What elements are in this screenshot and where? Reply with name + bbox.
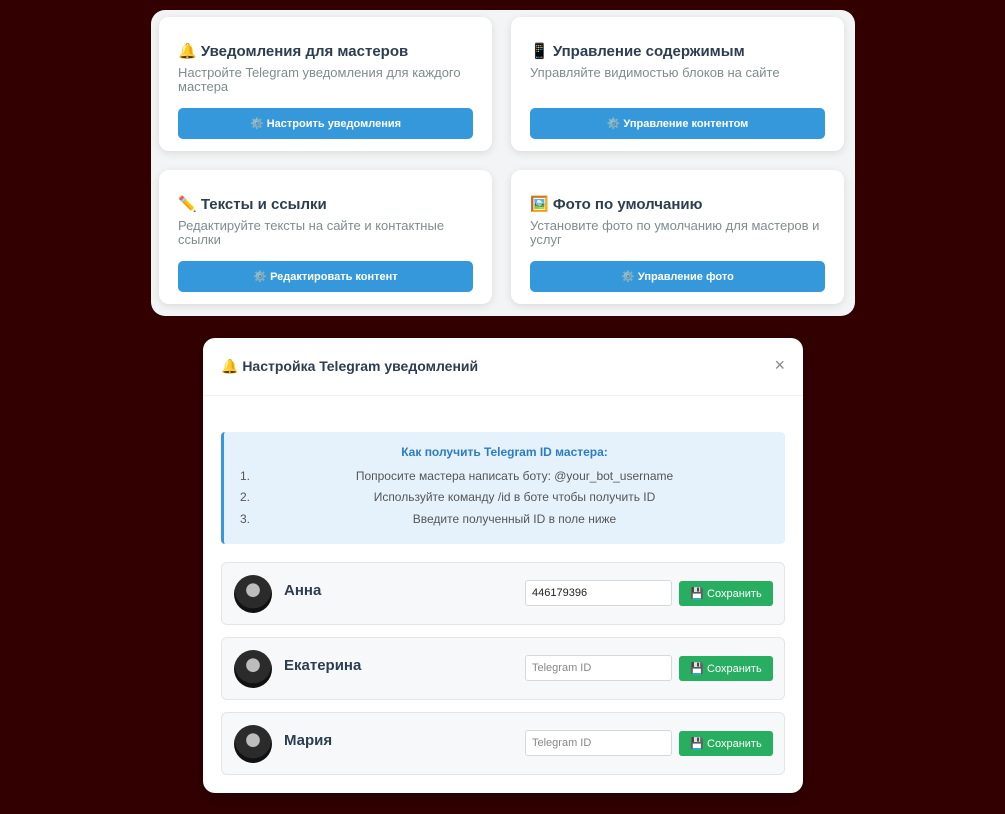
master-name: Анна xyxy=(284,582,322,599)
avatar xyxy=(234,725,272,763)
card-texts-links: ✏️ Тексты и ссылки Редактируйте тексты н… xyxy=(159,170,492,304)
close-icon[interactable]: × xyxy=(774,355,785,376)
telegram-id-input[interactable] xyxy=(525,655,672,681)
manage-content-button[interactable]: ⚙️ Управление контентом xyxy=(530,108,825,139)
telegram-id-input[interactable] xyxy=(525,580,672,606)
modal-title: 🔔 Настройка Telegram уведомлений xyxy=(221,358,479,374)
info-box: Как получить Telegram ID мастера: 1. Поп… xyxy=(221,432,785,544)
master-row: Анна 💾 Сохранить xyxy=(221,562,785,625)
master-row: Мария 💾 Сохранить xyxy=(221,712,785,775)
save-button[interactable]: 💾 Сохранить xyxy=(679,731,773,756)
card-title: 📱 Управление содержимым xyxy=(530,43,745,60)
picture-icon: 🖼️ xyxy=(530,196,549,213)
info-title: Как получить Telegram ID мастера: xyxy=(401,445,608,459)
save-button[interactable]: 💾 Сохранить xyxy=(679,581,773,606)
avatar xyxy=(234,650,272,688)
pencil-icon: ✏️ xyxy=(178,196,197,213)
master-row: Екатерина 💾 Сохранить xyxy=(221,637,785,700)
master-name: Мария xyxy=(284,732,333,749)
card-content-management: 📱 Управление содержимым Управляйте видим… xyxy=(511,17,844,151)
modal-header: 🔔 Настройка Telegram уведомлений × xyxy=(203,338,803,396)
bell-icon: 🔔 xyxy=(178,43,197,60)
card-description: Установите фото по умолчанию для мастеро… xyxy=(530,218,820,247)
master-name: Екатерина xyxy=(284,657,362,674)
card-title: 🖼️ Фото по умолчанию xyxy=(530,196,703,213)
card-title: 🔔 Уведомления для мастеров xyxy=(178,43,409,60)
setup-notifications-button[interactable]: ⚙️ Настроить уведомления xyxy=(178,108,473,139)
telegram-settings-modal: 🔔 Настройка Telegram уведомлений × Как п… xyxy=(203,338,803,793)
card-description: Редактируйте тексты на сайте и контактны… xyxy=(178,218,445,247)
telegram-id-input[interactable] xyxy=(525,730,672,756)
avatar xyxy=(234,575,272,613)
card-description: Управляйте видимостью блоков на сайте xyxy=(530,65,780,80)
card-default-photo: 🖼️ Фото по умолчанию Установите фото по … xyxy=(511,170,844,304)
card-description: Настройте Telegram уведомления для каждо… xyxy=(178,65,461,94)
card-notifications: 🔔 Уведомления для мастеров Настройте Tel… xyxy=(159,17,492,151)
admin-panel: 🔔 Уведомления для мастеров Настройте Tel… xyxy=(151,10,855,316)
phone-icon: 📱 xyxy=(530,43,549,60)
save-button[interactable]: 💾 Сохранить xyxy=(679,656,773,681)
edit-content-button[interactable]: ⚙️ Редактировать контент xyxy=(178,261,473,292)
card-title: ✏️ Тексты и ссылки xyxy=(178,196,327,213)
manage-photo-button[interactable]: ⚙️ Управление фото xyxy=(530,261,825,292)
